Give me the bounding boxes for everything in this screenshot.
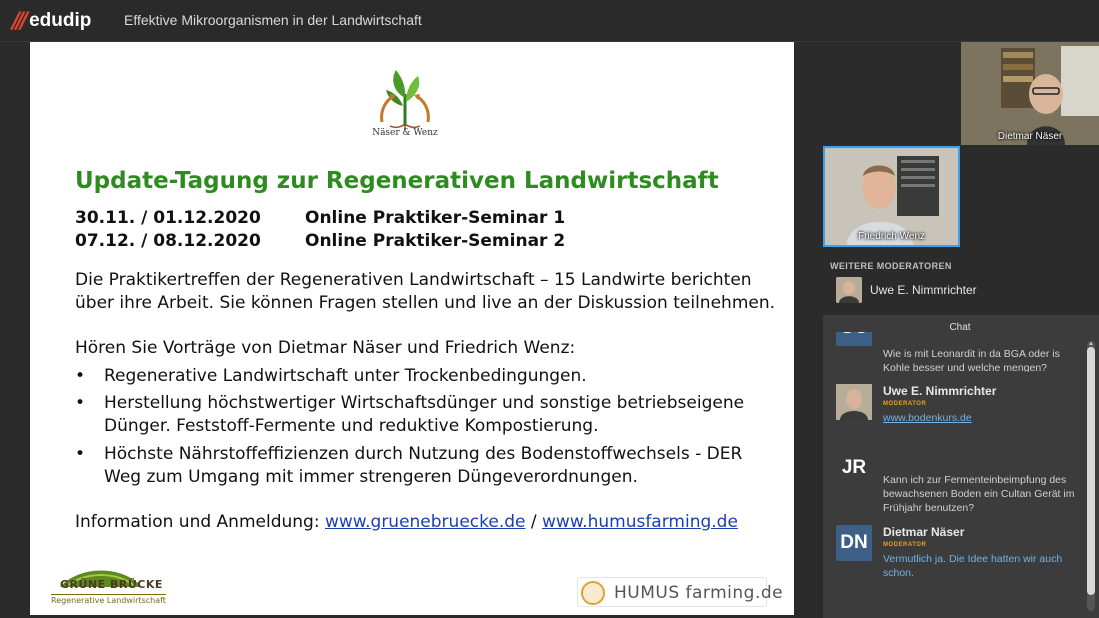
bullet-dot: • bbox=[75, 393, 86, 413]
webcam-feed-icon bbox=[961, 42, 1099, 145]
bullet-text: Herstellung höchstwertiger Wirtschaftsdü… bbox=[104, 393, 745, 436]
info-line: Information und Anmeldung: www.gruenebru… bbox=[75, 512, 738, 532]
chat-message: JR Kann ich zur Fermenteinbeimpfung des … bbox=[836, 450, 1086, 515]
video-tile-dietmar[interactable]: Dietmar Näser bbox=[961, 42, 1099, 145]
chat-message: Uwe E. Nimmrichter MODERATOR www.bodenku… bbox=[836, 384, 1086, 424]
edudip-logo-text: edudip bbox=[29, 10, 92, 31]
moderator-item[interactable]: Uwe E. Nimmrichter bbox=[836, 277, 977, 303]
bullet-item: • Regenerative Landwirtschaft unter Troc… bbox=[75, 365, 780, 388]
naeser-wenz-logo-caption: Näser & Wenz bbox=[372, 128, 438, 138]
moderators-heading: WEITERE MODERATOREN bbox=[830, 261, 952, 271]
humus-farming-logo-icon bbox=[581, 581, 605, 605]
humus-farming-logo: HUMUS farming.de bbox=[577, 577, 783, 607]
chat-message-text: Wie is mit Leonardit in da BGA oder is K… bbox=[883, 348, 1060, 372]
link-gruenebruecke[interactable]: www.gruenebruecke.de bbox=[325, 512, 526, 532]
webinar-title: Effektive Mikroorganismen in der Landwir… bbox=[124, 12, 422, 28]
bullet-dot: • bbox=[75, 366, 86, 386]
slide-intro: Hören Sie Vorträge von Dietmar Näser und… bbox=[75, 338, 576, 358]
chat-author: Dietmar Näser bbox=[883, 525, 965, 539]
chat-scrollbar[interactable]: ▲ bbox=[1087, 341, 1095, 611]
avatar: JR bbox=[836, 450, 872, 486]
edudip-logo[interactable]: /// edudip bbox=[12, 8, 92, 34]
scrollbar-thumb[interactable] bbox=[1087, 347, 1095, 595]
date-1: 30.11. / 01.12.2020 bbox=[75, 208, 261, 228]
avatar bbox=[836, 384, 872, 420]
presentation-stage: Näser & Wenz Update-Tagung zur Regenerat… bbox=[0, 42, 822, 618]
gruene-bruecke-name: GRÜNE BRÜCKE bbox=[60, 578, 163, 591]
chat-author: Uwe E. Nimmrichter bbox=[883, 384, 997, 398]
chat-message: GU Wie is mit Leonardit in da BGA oder i… bbox=[836, 332, 1086, 372]
date-row-1: 30.11. / 01.12.2020 Online Praktiker-Semi… bbox=[75, 208, 565, 228]
avatar: DN bbox=[836, 525, 872, 561]
top-bar: /// edudip Effektive Mikroorganismen in … bbox=[0, 0, 1099, 42]
avatar bbox=[836, 277, 862, 303]
moderator-badge: MODERATOR bbox=[883, 542, 927, 548]
video-label: Dietmar Näser bbox=[997, 131, 1063, 142]
humus-farming-text: HUMUS farming.de bbox=[614, 583, 784, 603]
presentation-slide: Näser & Wenz Update-Tagung zur Regenerat… bbox=[30, 42, 794, 615]
chat-message-text: Kann ich zur Fermenteinbeimpfung des bew… bbox=[883, 474, 1075, 514]
link-separator: / bbox=[525, 512, 543, 532]
slide-heading: Update-Tagung zur Regenerativen Landwirt… bbox=[75, 168, 719, 194]
video-tile-friedrich[interactable]: Friedrich Wenz bbox=[823, 146, 960, 247]
bullet-text: Regenerative Landwirtschaft unter Trocke… bbox=[104, 366, 587, 386]
gruene-bruecke-subtitle: Regenerative Landwirtschaft bbox=[51, 594, 166, 605]
date-2: 07.12. / 08.12.2020 bbox=[75, 231, 261, 251]
video-label: Friedrich Wenz bbox=[857, 231, 926, 242]
chat-link[interactable]: www.bodenkurs.de bbox=[883, 412, 1086, 424]
chat-message: DN Dietmar Näser MODERATOR Vermutlich ja… bbox=[836, 525, 1086, 580]
chat-panel: Chat GU Wie is mit Leonardit in da BGA o… bbox=[823, 315, 1099, 618]
event-2: Online Praktiker-Seminar 2 bbox=[305, 231, 566, 251]
edudip-logo-mark: /// bbox=[12, 8, 28, 34]
chat-message-text: Vermutlich ja. Die Idee hatten wir auch … bbox=[883, 553, 1063, 579]
moderator-name: Uwe E. Nimmrichter bbox=[870, 283, 977, 297]
link-humusfarming[interactable]: www.humusfarming.de bbox=[542, 512, 738, 532]
bullet-text: Höchste Nährstoffeffizienzen durch Nutzu… bbox=[104, 444, 743, 487]
date-row-2: 07.12. / 08.12.2020 Online Praktiker-Semi… bbox=[75, 231, 565, 251]
bullet-dot: • bbox=[75, 444, 86, 464]
event-1: Online Praktiker-Seminar 1 bbox=[305, 208, 566, 228]
slide-paragraph: Die Praktikertreffen der Regenerativen L… bbox=[75, 270, 776, 313]
avatar: GU bbox=[836, 332, 872, 346]
info-label: Information und Anmeldung: bbox=[75, 512, 325, 532]
moderator-badge: MODERATOR bbox=[883, 401, 927, 407]
sidebar-panel: Dietmar Näser Friedrich Wenz WEITERE MOD… bbox=[822, 42, 1099, 618]
bullet-item: • Höchste Nährstoffeffizienzen durch Nut… bbox=[75, 443, 780, 489]
bullet-item: • Herstellung höchstwertiger Wirtschafts… bbox=[75, 392, 780, 438]
